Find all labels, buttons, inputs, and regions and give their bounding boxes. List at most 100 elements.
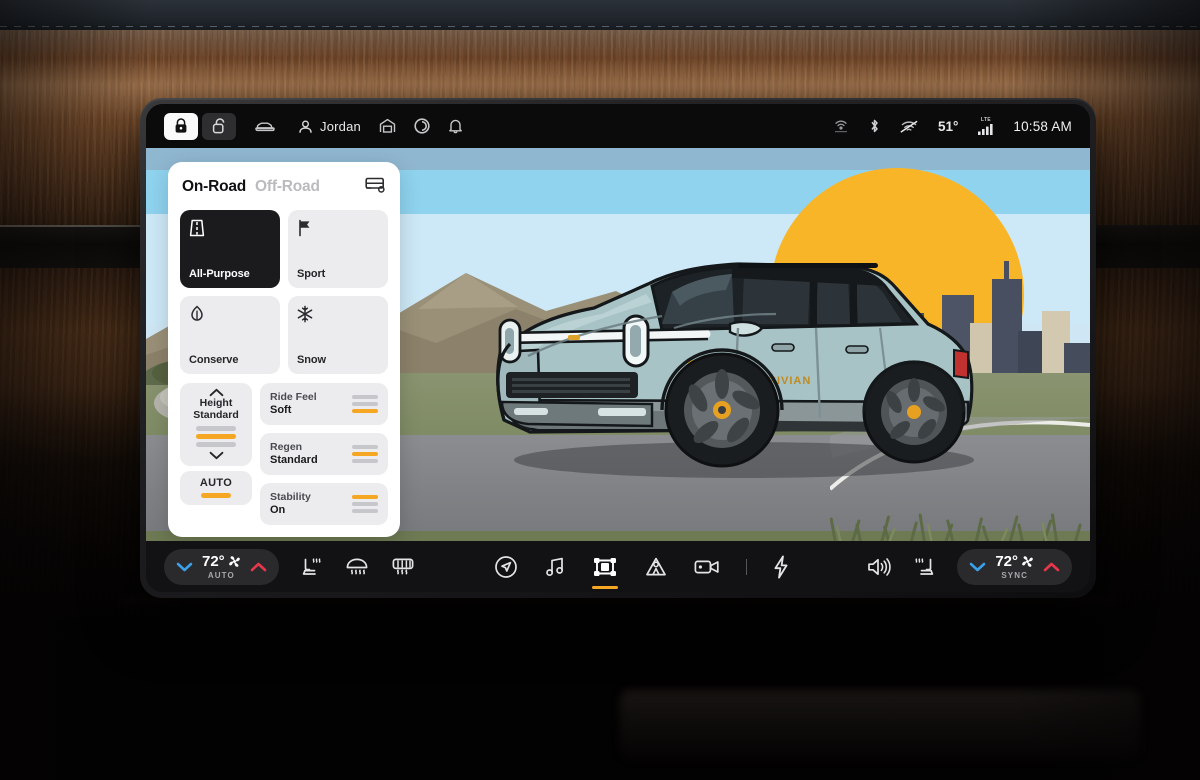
driver-temperature: 72°: [202, 554, 241, 569]
front-defrost-button[interactable]: [345, 557, 369, 577]
tab-on-road[interactable]: On-Road: [182, 178, 246, 196]
setting-name: Regen: [270, 441, 303, 454]
charging-bolt-icon: [774, 555, 787, 578]
flag-icon: [299, 219, 310, 237]
chevron-up-icon[interactable]: [250, 562, 267, 572]
segment: [352, 501, 378, 507]
assistant-ring-icon: [414, 118, 430, 134]
segment-active: [196, 434, 236, 439]
nav-camp-mode[interactable]: [644, 556, 668, 578]
chevron-up-icon[interactable]: [209, 388, 224, 397]
regen-segments: [352, 444, 378, 464]
setting-name: Stability: [270, 491, 311, 504]
segment: [352, 444, 378, 450]
nav-drive-mode[interactable]: [591, 555, 618, 589]
profile-button[interactable]: Jordan: [298, 119, 361, 134]
music-icon: [545, 557, 563, 576]
tow-mode-button[interactable]: [365, 176, 386, 198]
active-tab-indicator: [591, 585, 618, 589]
setting-value: On: [270, 503, 286, 516]
segment: [352, 394, 378, 400]
broadcast-icon[interactable]: [833, 119, 849, 134]
segment: [196, 426, 236, 431]
heated-seat-icon: [302, 557, 321, 575]
wifi-off-icon[interactable]: [900, 119, 918, 134]
chevron-down-icon[interactable]: [209, 451, 224, 460]
driver-climate-mode: AUTO: [207, 570, 235, 580]
navigation-icon: [494, 555, 517, 578]
trailer-tow-icon: [365, 177, 385, 193]
chevron-down-icon[interactable]: [176, 562, 193, 572]
rear-defrost-icon: [392, 558, 414, 574]
lock-button[interactable]: [164, 112, 198, 140]
chevron-up-icon[interactable]: [1043, 562, 1060, 572]
drive-mode-grid: All-Purpose Sport Conserve Snow: [180, 210, 388, 374]
segment: [352, 458, 378, 464]
drive-mode-panel: On-Road Off-Road All-Purpose Sport Conse…: [168, 162, 400, 537]
unlock-button[interactable]: [202, 112, 236, 140]
lte-label: LTE: [980, 117, 991, 123]
nav-music[interactable]: [544, 556, 566, 578]
snowflake-icon: [297, 305, 313, 323]
status-bar: Jordan 51° LTE 10:58 AM: [146, 104, 1090, 148]
drive-mode-conserve[interactable]: Conserve: [180, 296, 280, 374]
ride-height-control[interactable]: Height Standard: [180, 383, 252, 466]
bell-icon: [449, 119, 462, 134]
driver-heated-seat-button[interactable]: [301, 556, 323, 578]
lock-open-icon: [212, 118, 225, 134]
notifications-button[interactable]: [448, 118, 463, 134]
camping-gear-icon: [645, 557, 666, 575]
segment: [196, 442, 236, 447]
passenger-climate-mode: SYNC: [1001, 570, 1028, 580]
drive-mode-chassis-icon: [593, 557, 616, 576]
rear-defrost-button[interactable]: [391, 557, 415, 577]
rivian-r1s-illustration: RIVIAN: [496, 262, 974, 478]
ride-feel-segments: [352, 394, 378, 414]
outside-temperature: 51°: [937, 118, 959, 134]
mode-label: Sport: [297, 268, 326, 280]
nav-charging[interactable]: [773, 555, 789, 579]
status-bar-right: 51° LTE 10:58 AM: [833, 117, 1072, 135]
camera-icon: [694, 560, 719, 573]
chevron-down-icon[interactable]: [969, 562, 986, 572]
passenger-heated-seat-button[interactable]: [913, 556, 935, 578]
cellular-bars-icon: [978, 124, 993, 135]
fan-icon: [228, 555, 240, 567]
clock: 10:58 AM: [1013, 118, 1072, 134]
nav-camera[interactable]: [694, 558, 720, 576]
volume-button[interactable]: [867, 557, 892, 577]
vignette-left: [0, 0, 150, 780]
tab-off-road[interactable]: Off-Road: [255, 178, 320, 196]
profile-name: Jordan: [320, 118, 361, 134]
car-status-button[interactable]: [254, 119, 276, 133]
ride-height-label: Height: [199, 397, 233, 409]
drive-mode-sport[interactable]: Sport: [288, 210, 388, 288]
drive-mode-all-purpose[interactable]: All-Purpose: [180, 210, 280, 288]
garage-button[interactable]: [379, 118, 396, 134]
car-icon: [255, 122, 275, 132]
driver-climate-control[interactable]: 72° AUTO: [164, 548, 279, 585]
bottom-control-bar: 72° AUTO 72° SYNC: [146, 541, 1090, 592]
setting-value: Soft: [270, 403, 292, 416]
person-icon: [299, 120, 312, 133]
auto-indicator: [201, 493, 231, 498]
segment-active: [352, 408, 378, 414]
auto-label: AUTO: [199, 477, 233, 489]
ride-height-value: Standard: [193, 409, 239, 421]
assistant-button[interactable]: [414, 118, 430, 134]
nav-divider: [745, 558, 747, 575]
nav-navigation[interactable]: [494, 555, 518, 579]
setting-ride-feel[interactable]: Ride Feel Soft: [260, 383, 388, 425]
drive-mode-snow[interactable]: Snow: [288, 296, 388, 374]
segment-active: [352, 494, 378, 500]
ride-height-auto-toggle[interactable]: AUTO: [180, 471, 252, 505]
segment: [352, 401, 378, 407]
mode-label: All-Purpose: [189, 268, 250, 280]
bluetooth-icon[interactable]: [869, 118, 880, 134]
setting-value: Standard: [270, 453, 318, 466]
setting-stability[interactable]: Stability On: [260, 483, 388, 525]
status-bar-left: Jordan: [164, 112, 463, 140]
passenger-climate-control[interactable]: 72° SYNC: [957, 548, 1072, 585]
infotainment-bezel: RIVIAN Jordan 51° LTE 10:58 AM On-Road O…: [140, 98, 1096, 598]
setting-regen[interactable]: Regen Standard: [260, 433, 388, 475]
